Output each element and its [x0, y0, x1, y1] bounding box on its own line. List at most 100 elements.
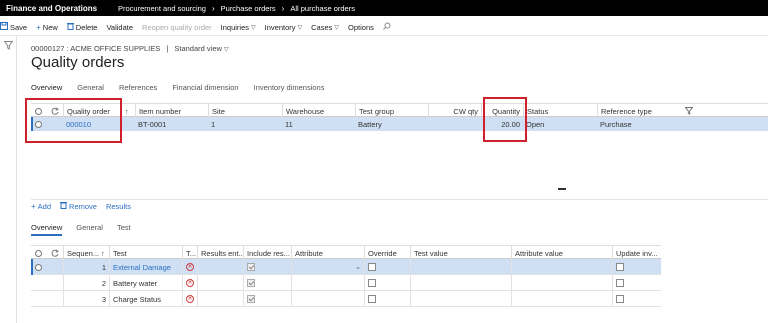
- tab-lines-overview[interactable]: Overview: [31, 223, 63, 236]
- col-update-inventory[interactable]: Update inv...: [612, 246, 661, 260]
- col-attribute-value[interactable]: Attribute value: [511, 246, 612, 260]
- chevron-down-icon[interactable]: ⌄: [355, 263, 361, 271]
- inventory-menu[interactable]: Inventory ▽: [265, 23, 302, 32]
- select-all-radio[interactable]: [35, 246, 47, 260]
- refresh-icon[interactable]: [51, 246, 63, 260]
- col-status[interactable]: Status: [523, 104, 597, 118]
- tab-lines-test[interactable]: Test: [117, 223, 131, 236]
- cell-include-results[interactable]: [243, 275, 291, 291]
- options-menu[interactable]: Options: [348, 23, 374, 32]
- tab-financial-dimension[interactable]: Financial dimension: [172, 83, 238, 92]
- delete-button[interactable]: Delete: [66, 22, 97, 32]
- cell-sequence[interactable]: 1: [63, 259, 109, 275]
- cell-override[interactable]: [364, 291, 410, 307]
- cell-update-inventory[interactable]: [612, 259, 661, 275]
- app-title[interactable]: Finance and Operations: [0, 4, 102, 13]
- table-row[interactable]: 1 External Damage ✕ ⌄: [31, 259, 661, 275]
- cell-update-inventory[interactable]: [612, 291, 661, 307]
- col-results-entered[interactable]: Results ent...: [197, 246, 245, 260]
- cell-override[interactable]: [364, 259, 410, 275]
- cell-override[interactable]: [364, 275, 410, 291]
- chevron-down-icon: ▽: [224, 47, 229, 53]
- col-test-group[interactable]: Test group: [355, 104, 428, 118]
- reopen-quality-order-button[interactable]: Reopen quality order: [142, 23, 212, 32]
- cell-test[interactable]: Charge Status: [109, 291, 182, 307]
- col-include-results[interactable]: Include res...: [243, 246, 291, 260]
- cell-item-number[interactable]: BT-0001: [138, 117, 208, 131]
- breadcrumb-item[interactable]: All purchase orders: [290, 4, 355, 13]
- cell-attribute[interactable]: [291, 291, 364, 307]
- cell-sequence[interactable]: 3: [63, 291, 109, 307]
- col-override[interactable]: Override: [364, 246, 410, 260]
- cell-attribute-value[interactable]: [511, 291, 612, 307]
- col-item-number[interactable]: Item number: [135, 104, 208, 118]
- save-button[interactable]: Save: [0, 22, 27, 32]
- include-results-checkbox[interactable]: [247, 263, 255, 271]
- cell-include-results[interactable]: [243, 259, 291, 275]
- cell-test-value[interactable]: [410, 275, 511, 291]
- include-results-checkbox[interactable]: [247, 295, 255, 303]
- add-label: Add: [37, 201, 52, 211]
- cell-test[interactable]: Battery water: [109, 275, 182, 291]
- table-row[interactable]: 000010 BT-0001 1 11 Battery 20.00 Open P…: [31, 117, 768, 131]
- cell-update-inventory[interactable]: [612, 275, 661, 291]
- col-reference-type[interactable]: Reference type: [597, 104, 697, 118]
- update-inventory-checkbox[interactable]: [616, 295, 624, 303]
- cell-site[interactable]: 1: [211, 117, 281, 131]
- cell-test-group[interactable]: Battery: [358, 117, 428, 131]
- remove-button[interactable]: Remove: [60, 201, 97, 211]
- cell-cw-qty[interactable]: [428, 117, 481, 131]
- breadcrumb-item[interactable]: Purchase orders: [221, 4, 276, 13]
- row-radio[interactable]: [35, 259, 47, 275]
- pane-splitter-handle[interactable]: [558, 188, 566, 190]
- override-checkbox[interactable]: [368, 263, 376, 271]
- cell-status[interactable]: Open: [526, 117, 596, 131]
- table-row[interactable]: 3 Charge Status ✕: [31, 291, 661, 307]
- cell-attribute[interactable]: ⌄: [291, 259, 364, 275]
- cell-test-value[interactable]: [410, 291, 511, 307]
- override-checkbox[interactable]: [368, 279, 376, 287]
- cell-sequence[interactable]: 2: [63, 275, 109, 291]
- page-title: Quality orders: [31, 54, 125, 71]
- filter-icon[interactable]: [685, 104, 695, 118]
- cell-test[interactable]: External Damage: [109, 259, 182, 275]
- table-row[interactable]: 2 Battery water ✕: [31, 275, 661, 291]
- col-site[interactable]: Site: [208, 104, 282, 118]
- tab-overview[interactable]: Overview: [31, 83, 62, 92]
- col-t[interactable]: T...: [182, 246, 197, 260]
- col-cw-qty[interactable]: CW qty: [428, 104, 481, 118]
- col-test-value[interactable]: Test value: [410, 246, 511, 260]
- cell-attribute-value[interactable]: [511, 259, 612, 275]
- tab-lines-general[interactable]: General: [76, 223, 103, 236]
- override-checkbox[interactable]: [368, 295, 376, 303]
- results-button[interactable]: Results: [106, 201, 131, 211]
- sort-ascending-icon[interactable]: ↑: [101, 246, 109, 260]
- col-warehouse[interactable]: Warehouse: [282, 104, 355, 118]
- tab-references[interactable]: References: [119, 83, 157, 92]
- col-test[interactable]: Test: [109, 246, 182, 260]
- cell-attribute[interactable]: [291, 275, 364, 291]
- add-button[interactable]: + Add: [31, 201, 51, 211]
- cell-test-value[interactable]: [410, 259, 511, 275]
- include-results-checkbox[interactable]: [247, 279, 255, 287]
- cases-menu[interactable]: Cases ▽: [311, 23, 339, 32]
- sort-ascending-icon[interactable]: ↑: [125, 104, 135, 118]
- cell-warehouse[interactable]: 11: [285, 117, 355, 131]
- view-selector[interactable]: Standard view ▽: [174, 44, 228, 53]
- tab-general[interactable]: General: [77, 83, 104, 92]
- validate-button[interactable]: Validate: [106, 23, 133, 32]
- update-inventory-checkbox[interactable]: [616, 279, 624, 287]
- cell-reference-type[interactable]: Purchase: [600, 117, 690, 131]
- inquiries-menu[interactable]: Inquiries ▽: [221, 23, 256, 32]
- col-attribute[interactable]: Attribute: [291, 246, 364, 260]
- cell-include-results[interactable]: [243, 291, 291, 307]
- action-bar: Save + New Delete Validate Reopen qualit…: [0, 19, 768, 36]
- tab-inventory-dimensions[interactable]: Inventory dimensions: [254, 83, 325, 92]
- breadcrumb-item[interactable]: Procurement and sourcing: [118, 4, 206, 13]
- filter-icon[interactable]: [3, 41, 14, 50]
- search-button[interactable]: [383, 22, 391, 32]
- cell-attribute-value[interactable]: [511, 275, 612, 291]
- update-inventory-checkbox[interactable]: [616, 263, 624, 271]
- breadcrumb: Procurement and sourcing › Purchase orde…: [118, 4, 355, 13]
- new-button[interactable]: + New: [36, 23, 58, 32]
